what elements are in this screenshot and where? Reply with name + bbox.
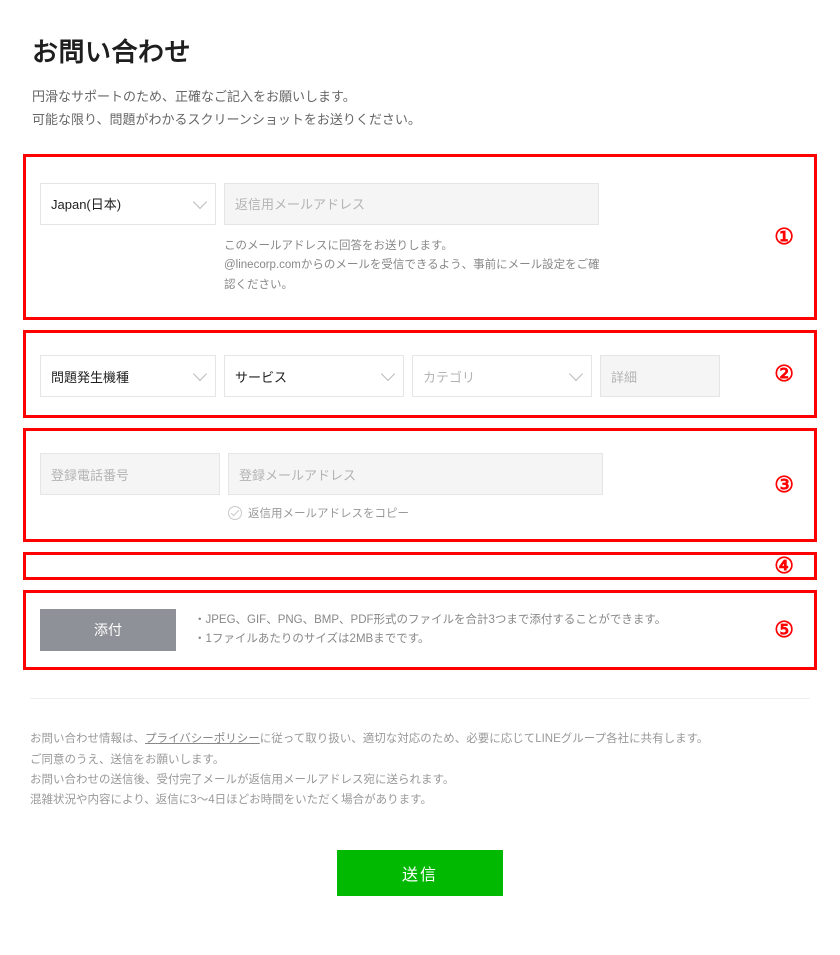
section-marker-3: ③ <box>774 472 794 498</box>
section-device-service: ② 問題発生機種 サービス カテゴリ 詳細 <box>23 330 817 418</box>
chevron-down-icon <box>193 195 207 209</box>
subtitle-line-1: 円滑なサポートのため、正確なご記入をお願いします。 <box>32 85 810 108</box>
section-reply-email: ① Japan(日本) 返信用メールアドレス このメールアドレスに回答をお送りし… <box>23 154 817 321</box>
page-title: お問い合わせ <box>32 32 810 69</box>
service-value: サービス <box>235 367 287 386</box>
copy-reply-email-label: 返信用メールアドレスをコピー <box>248 505 409 521</box>
submit-button-label: 送信 <box>402 861 438 885</box>
submit-wrap: 送信 <box>0 810 840 946</box>
chevron-down-icon <box>569 367 583 381</box>
hint-line-1: このメールアドレスに回答をお送りします。 <box>224 237 604 257</box>
detail-placeholder: 詳細 <box>611 367 637 386</box>
subtitle-line-2: 可能な限り、問題がわかるスクリーンショットをお送りください。 <box>32 108 810 131</box>
policy-line-1b: に従って取り扱い、適切な対応のため、必要に応じてLINEグループ各社に共有します… <box>260 733 709 745</box>
detail-select[interactable]: 詳細 <box>600 355 720 397</box>
policy-line-2: ご同意のうえ、送信をお願いします。 <box>30 750 810 770</box>
page-subtitle: 円滑なサポートのため、正確なご記入をお願いします。 可能な限り、問題がわかるスク… <box>32 85 810 132</box>
chevron-down-icon <box>381 367 395 381</box>
registered-phone-input[interactable]: 登録電話番号 <box>40 453 220 495</box>
policy-line-3: お問い合わせの送信後、受付完了メールが返信用メールアドレス宛に送られます。 <box>30 770 810 790</box>
country-select-value: Japan(日本) <box>51 194 121 213</box>
registered-email-placeholder: 登録メールアドレス <box>239 465 356 484</box>
reply-email-hint: このメールアドレスに回答をお送りします。 @linecorp.comからのメール… <box>224 237 604 296</box>
submit-button[interactable]: 送信 <box>337 850 503 896</box>
section-empty: ④ <box>23 552 817 580</box>
section-attachment: ⑤ 添付 ・JPEG、GIF、PNG、BMP、PDF形式のファイルを合計3つまで… <box>23 590 817 670</box>
chevron-down-icon <box>193 367 207 381</box>
attach-note-1: ・JPEG、GIF、PNG、BMP、PDF形式のファイルを合計3つまで添付するこ… <box>194 611 666 631</box>
section-marker-2: ② <box>774 361 794 387</box>
attach-note-2: ・1ファイルあたりのサイズは2MBまでです。 <box>194 630 666 650</box>
category-select[interactable]: カテゴリ <box>412 355 592 397</box>
contact-form-page: お問い合わせ 円滑なサポートのため、正確なご記入をお願いします。 可能な限り、問… <box>0 0 840 946</box>
device-model-select[interactable]: 問題発生機種 <box>40 355 216 397</box>
attach-button[interactable]: 添付 <box>40 609 176 651</box>
policy-line-1: お問い合わせ情報は、プライバシーポリシーに従って取り扱い、適切な対応のため、必要… <box>30 729 810 749</box>
reply-email-input[interactable]: 返信用メールアドレス <box>224 183 599 225</box>
policy-line-1a: お問い合わせ情報は、 <box>30 733 145 745</box>
section-marker-5: ⑤ <box>774 617 794 643</box>
form-header: お問い合わせ 円滑なサポートのため、正確なご記入をお願いします。 可能な限り、問… <box>0 0 840 144</box>
service-select[interactable]: サービス <box>224 355 404 397</box>
country-select[interactable]: Japan(日本) <box>40 183 216 225</box>
registered-email-input[interactable]: 登録メールアドレス <box>228 453 603 495</box>
check-circle-icon <box>228 506 242 520</box>
policy-text: お問い合わせ情報は、プライバシーポリシーに従って取り扱い、適切な対応のため、必要… <box>30 729 810 810</box>
registered-phone-placeholder: 登録電話番号 <box>51 465 129 484</box>
hint-line-2: @linecorp.comからのメールを受信できるよう、事前にメール設定をご確認… <box>224 256 604 295</box>
section-marker-4: ④ <box>774 553 794 579</box>
copy-reply-email-option[interactable]: 返信用メールアドレスをコピー <box>228 505 800 521</box>
attach-notes: ・JPEG、GIF、PNG、BMP、PDF形式のファイルを合計3つまで添付するこ… <box>194 611 666 650</box>
privacy-policy-link[interactable]: プライバシーポリシー <box>145 733 260 745</box>
section-registered-contact: ③ 登録電話番号 登録メールアドレス 返信用メールアドレスをコピー <box>23 428 817 542</box>
section-marker-1: ① <box>774 224 794 250</box>
policy-line-4: 混雑状況や内容により、返信に3～4日ほどお時間をいただく場合があります。 <box>30 790 810 810</box>
attach-button-label: 添付 <box>94 620 122 640</box>
category-placeholder: カテゴリ <box>423 367 475 386</box>
device-model-value: 問題発生機種 <box>51 367 129 386</box>
divider <box>30 698 810 699</box>
reply-email-placeholder: 返信用メールアドレス <box>235 194 365 213</box>
